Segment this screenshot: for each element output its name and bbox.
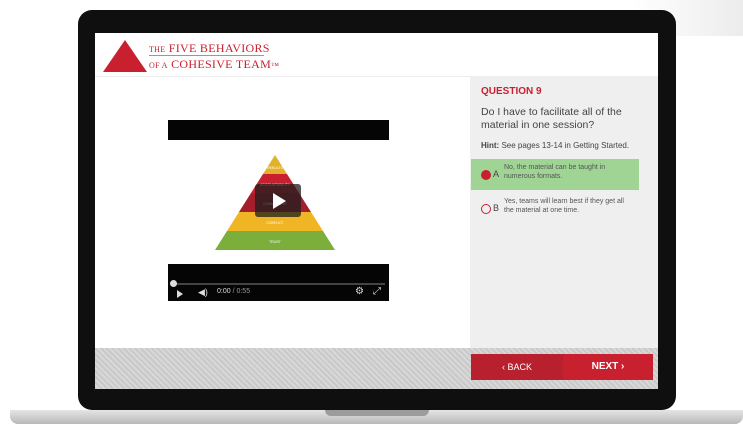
hint: Hint: See pages 13-14 in Getting Started… [481, 141, 651, 150]
hint-label: Hint: [481, 141, 500, 150]
answer-option-a[interactable]: A No, the material can be taught in nume… [471, 159, 639, 190]
radio-unselected-icon[interactable] [481, 204, 491, 214]
screen-overlay: QUESTION 9 Do I have to facilitate all o… [95, 33, 658, 389]
question-number: QUESTION 9 [481, 86, 542, 97]
radio-selected-icon[interactable] [481, 170, 491, 180]
laptop-notch [325, 410, 429, 416]
question-text: Do I have to facilitate all of the mater… [481, 106, 622, 131]
hint-text: See pages 13-14 in Getting Started. [501, 141, 630, 150]
page: THE FIVE BEHAVIORS OF A COHESIVE TEAM™ R… [0, 0, 743, 434]
option-text: No, the material can be taught in numero… [504, 164, 606, 180]
next-button[interactable]: NEXT › [563, 354, 653, 380]
option-letter: A [493, 169, 500, 179]
back-button[interactable]: ‹ BACK [471, 354, 563, 380]
next-label: NEXT › [591, 361, 625, 372]
answer-option-b[interactable]: B Yes, teams will learn best if they get… [471, 193, 639, 224]
back-label: ‹ BACK [501, 362, 532, 372]
option-letter: B [493, 203, 500, 213]
option-text: Yes, teams will learn best if they get a… [504, 198, 624, 214]
